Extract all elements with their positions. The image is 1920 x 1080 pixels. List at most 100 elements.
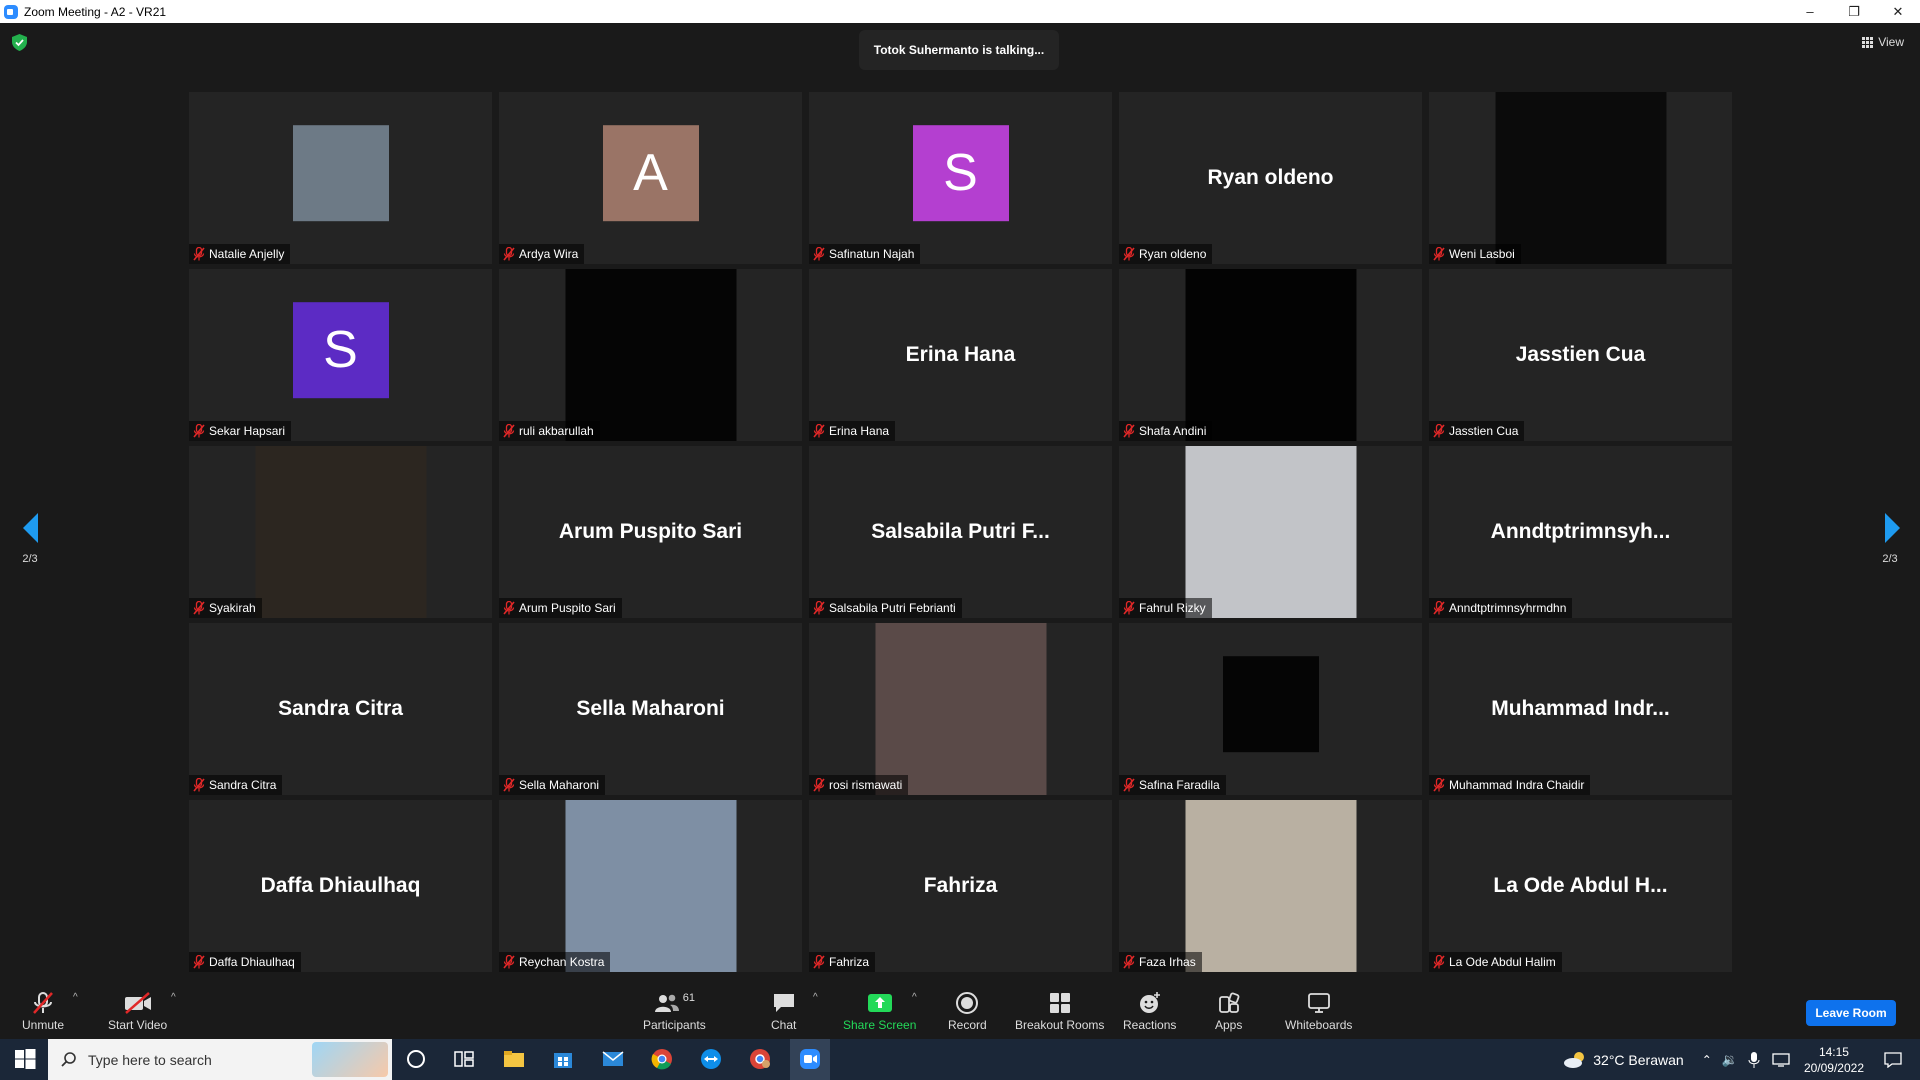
volume-icon[interactable]: 🔉 [1722, 1052, 1738, 1068]
participant-video-feed [1185, 446, 1356, 618]
windows-start-icon[interactable] [13, 1047, 37, 1071]
taskbar-search-box[interactable]: Type here to search [48, 1039, 392, 1080]
clock[interactable]: 14:15 20/09/2022 [1804, 1044, 1864, 1076]
participant-tile-sella-maharoni[interactable]: Sella Maharoni Sella Maharoni [499, 623, 802, 795]
whiteboards-button[interactable]: Whiteboards [1285, 990, 1352, 1032]
participant-name: Ardya Wira [519, 247, 579, 261]
leave-room-button[interactable]: Leave Room [1806, 1000, 1896, 1026]
breakout-rooms-label: Breakout Rooms [1015, 1018, 1105, 1032]
record-button[interactable]: Record [948, 990, 987, 1032]
chrome-icon[interactable] [650, 1047, 674, 1071]
participant-tile-muhammad-indra-chaidir[interactable]: Muhammad Indr... Muhammad Indra Chaidir [1429, 623, 1732, 795]
participant-tile-faza-irhas[interactable]: Faza Irhas [1119, 800, 1422, 972]
reactions-button[interactable]: Reactions [1123, 990, 1176, 1032]
share-screen-button[interactable]: Share Screen [843, 990, 916, 1032]
muted-mic-icon [503, 424, 515, 438]
clock-date: 20/09/2022 [1803, 1060, 1864, 1075]
close-button[interactable]: ✕ [1876, 0, 1920, 23]
zoom-taskbar-icon[interactable] [798, 1047, 822, 1071]
participant-name: Weni Lasboi [1449, 247, 1515, 261]
participant-tile-fahriza[interactable]: Fahriza Fahriza [809, 800, 1112, 972]
participant-name: Erina Hana [829, 424, 890, 438]
participant-name: Anndtptrimnsyhrmdhn [1449, 601, 1567, 615]
participant-name-label: Fahriza [809, 952, 876, 972]
participant-grid: Natalie Anjelly A Ardya Wira S Safinatun Naj… [189, 92, 1732, 972]
chat-options-caret-icon[interactable]: ^ [813, 992, 818, 1003]
participant-avatar: S [912, 125, 1009, 222]
task-view-icon[interactable] [452, 1047, 476, 1071]
participant-tile-anndtptrimnsyhrmdhn[interactable]: Anndtptrimnsyh... Anndtptrimnsyhrmdhn [1429, 446, 1732, 618]
participant-display-name: Ryan oldeno [1207, 166, 1334, 189]
chat-button[interactable]: Chat [771, 990, 796, 1032]
mail-icon[interactable] [601, 1047, 625, 1071]
chat-label: Chat [771, 1018, 797, 1032]
participant-tile-erina-hana[interactable]: Erina Hana Erina Hana [809, 269, 1112, 441]
participant-name-label: Ryan oldeno [1119, 244, 1213, 264]
page-indicator-right: 2/3 [1882, 553, 1898, 565]
microphone-icon[interactable] [1748, 1051, 1760, 1068]
participant-video-feed [565, 800, 736, 972]
encryption-shield-icon[interactable] [12, 34, 27, 51]
participant-name-label: Ardya Wira [499, 244, 585, 264]
weather-text[interactable]: 32°C Berawan [1593, 1052, 1683, 1068]
chat-icon [773, 994, 794, 1012]
file-explorer-icon[interactable] [502, 1047, 526, 1071]
cortana-icon[interactable] [404, 1047, 428, 1071]
participant-name-label: Faza Irhas [1119, 952, 1202, 972]
participant-tile-salsabila-putri-febrianti[interactable]: Salsabila Putri F... Salsabila Putri Febr… [809, 446, 1112, 618]
participant-name-label: Safina Faradila [1119, 775, 1226, 795]
apps-icon [1218, 992, 1240, 1013]
breakout-rooms-button[interactable]: Breakout Rooms [1015, 990, 1104, 1032]
participant-tile-shafa-andini[interactable]: Shafa Andini [1119, 269, 1422, 441]
participant-tile-ryan-oldeno[interactable]: Ryan oldeno Ryan oldeno [1119, 92, 1422, 264]
participant-tile-sandra-citra[interactable]: Sandra Citra Sandra Citra [189, 623, 492, 795]
participant-tile-safina-faradila[interactable]: Safina Faradila [1119, 623, 1422, 795]
next-page-button[interactable]: 2/3 [1870, 513, 1910, 565]
participant-name: Sella Maharoni [519, 778, 600, 792]
muted-mic-icon [1433, 424, 1445, 438]
apps-button[interactable]: Apps [1215, 990, 1242, 1032]
avatar-initial: S [943, 144, 978, 203]
participant-tile-reychan-kostra[interactable]: Reychan Kostra [499, 800, 802, 972]
audio-options-caret-icon[interactable]: ^ [73, 992, 78, 1003]
participant-tile-fahrul-rizky[interactable]: Fahrul Rizky [1119, 446, 1422, 618]
muted-mic-icon [33, 992, 53, 1014]
previous-page-button[interactable]: 2/3 [10, 513, 50, 565]
participant-name-label: rosi rismawati [809, 775, 909, 795]
show-hidden-icons-icon[interactable]: ⌃ [1702, 1053, 1712, 1067]
participant-tile-la-ode-abdul-halim[interactable]: La Ode Abdul H... La Ode Abdul Halim [1429, 800, 1732, 972]
share-options-caret-icon[interactable]: ^ [912, 992, 917, 1003]
participant-tile-natalie-anjelly[interactable]: Natalie Anjelly [189, 92, 492, 264]
participant-tile-rosi-rismawati[interactable]: rosi rismawati [809, 623, 1112, 795]
microsoft-store-icon[interactable] [551, 1047, 575, 1071]
participant-name: Sandra Citra [209, 778, 277, 792]
network-icon[interactable] [1772, 1052, 1790, 1067]
muted-mic-icon [1433, 955, 1445, 969]
participant-tile-ruli-akbarullah[interactable]: ruli akbarullah [499, 269, 802, 441]
participant-tile-weni-lasboi[interactable]: Weni Lasboi [1429, 92, 1732, 264]
unmute-button[interactable]: Unmute [22, 990, 64, 1032]
minimize-button[interactable]: – [1788, 0, 1832, 23]
participant-tile-syakirah[interactable]: Syakirah [189, 446, 492, 618]
participant-tile-jasstien-cua[interactable]: Jasstien Cua Jasstien Cua [1429, 269, 1732, 441]
participant-tile-arum-puspito-sari[interactable]: Arum Puspito Sari Arum Puspito Sari [499, 446, 802, 618]
muted-mic-icon [503, 247, 515, 261]
participant-name: rosi rismawati [829, 778, 903, 792]
participant-tile-sekar-hapsari[interactable]: S Sekar Hapsari [189, 269, 492, 441]
muted-mic-icon [193, 778, 205, 792]
video-options-caret-icon[interactable]: ^ [171, 992, 176, 1003]
participants-button[interactable]: 61 Participants [643, 990, 706, 1032]
participant-tile-daffa-dhiaulhaq[interactable]: Daffa Dhiaulhaq Daffa Dhiaulhaq [189, 800, 492, 972]
teamviewer-icon[interactable] [699, 1047, 723, 1071]
participant-name-label: Salsabila Putri Febrianti [809, 598, 962, 618]
participant-tile-ardya-wira[interactable]: A Ardya Wira [499, 92, 802, 264]
participant-tile-safinatun-najah[interactable]: S Safinatun Najah [809, 92, 1112, 264]
notifications-icon[interactable] [1884, 1051, 1902, 1068]
chrome-profile-icon[interactable] [748, 1047, 772, 1071]
restore-button[interactable]: ❐ [1832, 0, 1876, 23]
view-button[interactable]: View [1862, 35, 1904, 49]
participant-display-name: Sella Maharoni [576, 697, 725, 720]
start-video-button[interactable]: Start Video [108, 990, 167, 1032]
participant-name-label: Muhammad Indra Chaidir [1429, 775, 1591, 795]
participant-display-name: Arum Puspito Sari [558, 520, 743, 543]
